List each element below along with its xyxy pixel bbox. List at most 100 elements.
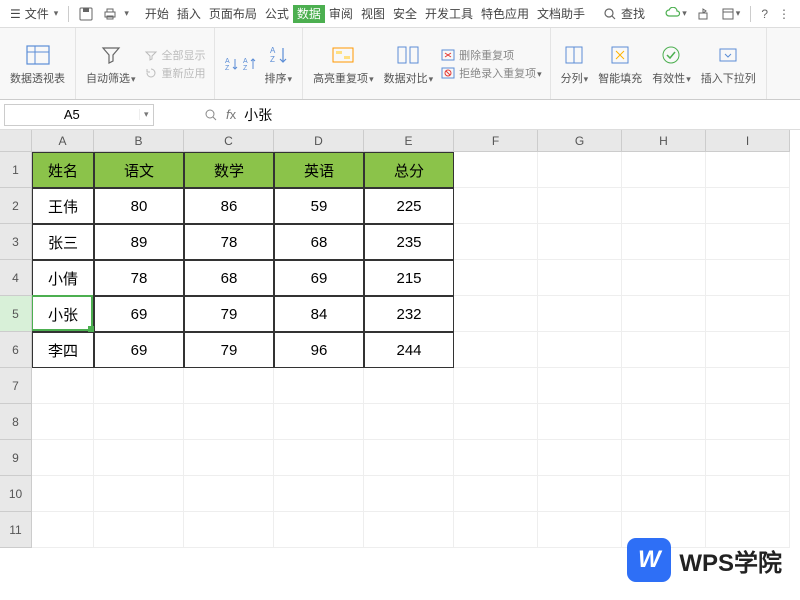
cell[interactable] <box>32 368 94 404</box>
cell[interactable] <box>454 224 538 260</box>
cell[interactable] <box>538 152 622 188</box>
cell[interactable] <box>622 224 706 260</box>
cell[interactable] <box>32 476 94 512</box>
cell[interactable] <box>364 440 454 476</box>
cell[interactable] <box>538 260 622 296</box>
cell[interactable] <box>364 512 454 548</box>
smart-fill-button[interactable]: 智能填充 <box>596 40 644 88</box>
tab-审阅[interactable]: 审阅 <box>325 5 357 23</box>
show-all-button[interactable]: 全部显示 <box>144 47 206 63</box>
cell[interactable] <box>364 476 454 512</box>
cloud-sync-icon[interactable]: ▾ <box>661 5 691 23</box>
cell[interactable] <box>706 332 790 368</box>
cell[interactable] <box>706 440 790 476</box>
table-cell[interactable]: 79 <box>184 332 274 368</box>
table-cell[interactable]: 86 <box>184 188 274 224</box>
cell[interactable] <box>622 260 706 296</box>
tab-插入[interactable]: 插入 <box>173 5 205 23</box>
tab-数据[interactable]: 数据 <box>293 5 325 23</box>
column-header-B[interactable]: B <box>94 130 184 152</box>
cell[interactable] <box>538 368 622 404</box>
cell[interactable] <box>538 404 622 440</box>
cell[interactable] <box>622 440 706 476</box>
window-icon[interactable]: ▾ <box>717 5 745 23</box>
chevron-down-icon[interactable]: ▾ <box>139 109 153 120</box>
table-header-cell[interactable]: 英语 <box>274 152 364 188</box>
cell[interactable] <box>538 332 622 368</box>
cell[interactable] <box>454 404 538 440</box>
table-cell[interactable]: 84 <box>274 296 364 332</box>
remove-duplicates-button[interactable]: 删除重复项 <box>441 47 542 63</box>
fx-icon[interactable]: fx <box>226 107 236 122</box>
expand-formula-icon[interactable] <box>204 108 218 122</box>
name-box[interactable]: ▾ <box>4 104 154 126</box>
cell[interactable] <box>706 296 790 332</box>
tab-开发工具[interactable]: 开发工具 <box>421 5 477 23</box>
highlight-duplicates-button[interactable]: 高亮重复项▾ <box>311 40 376 88</box>
cell[interactable] <box>454 368 538 404</box>
cell[interactable] <box>32 440 94 476</box>
cell[interactable] <box>32 404 94 440</box>
column-header-F[interactable]: F <box>454 130 538 152</box>
table-cell[interactable]: 96 <box>274 332 364 368</box>
column-header-I[interactable]: I <box>706 130 790 152</box>
cell[interactable] <box>364 368 454 404</box>
cell[interactable] <box>622 296 706 332</box>
column-header-H[interactable]: H <box>622 130 706 152</box>
cell[interactable] <box>94 440 184 476</box>
table-cell[interactable]: 244 <box>364 332 454 368</box>
table-cell[interactable]: 68 <box>274 224 364 260</box>
table-cell[interactable]: 69 <box>94 296 184 332</box>
table-cell[interactable]: 张三 <box>32 224 94 260</box>
cell[interactable] <box>184 440 274 476</box>
row-header-2[interactable]: 2 <box>0 188 32 224</box>
insert-dropdown-button[interactable]: 插入下拉列 <box>699 40 758 88</box>
cell[interactable] <box>454 296 538 332</box>
cell[interactable] <box>274 368 364 404</box>
table-cell[interactable]: 80 <box>94 188 184 224</box>
cell[interactable] <box>706 404 790 440</box>
help-icon[interactable]: ? <box>757 5 772 23</box>
cell[interactable] <box>184 368 274 404</box>
column-header-E[interactable]: E <box>364 130 454 152</box>
cell[interactable] <box>274 404 364 440</box>
table-cell[interactable]: 79 <box>184 296 274 332</box>
cell[interactable] <box>706 368 790 404</box>
cell[interactable] <box>184 512 274 548</box>
tab-文档助手[interactable]: 文档助手 <box>533 5 589 23</box>
column-header-A[interactable]: A <box>32 130 94 152</box>
cell-grid[interactable]: 姓名语文数学英语总分王伟808659225张三897868235小倩786869… <box>32 152 800 548</box>
table-cell[interactable]: 78 <box>184 224 274 260</box>
cell[interactable] <box>454 332 538 368</box>
table-cell[interactable]: 78 <box>94 260 184 296</box>
data-validation-button[interactable]: 有效性▾ <box>650 40 693 88</box>
table-header-cell[interactable]: 总分 <box>364 152 454 188</box>
cell[interactable] <box>538 224 622 260</box>
table-cell[interactable]: 225 <box>364 188 454 224</box>
more-icon[interactable]: ⋮ <box>774 5 794 23</box>
tab-开始[interactable]: 开始 <box>141 5 173 23</box>
row-header-1[interactable]: 1 <box>0 152 32 188</box>
column-header-G[interactable]: G <box>538 130 622 152</box>
cell[interactable] <box>274 512 364 548</box>
table-cell[interactable]: 235 <box>364 224 454 260</box>
row-header-5[interactable]: 5 <box>0 296 32 332</box>
cell[interactable] <box>454 476 538 512</box>
cell[interactable] <box>622 476 706 512</box>
cell[interactable] <box>274 476 364 512</box>
row-header-10[interactable]: 10 <box>0 476 32 512</box>
cell[interactable] <box>454 512 538 548</box>
table-header-cell[interactable]: 语文 <box>94 152 184 188</box>
table-cell[interactable]: 232 <box>364 296 454 332</box>
pivot-table-button[interactable]: 数据透视表 <box>8 40 67 88</box>
cell[interactable] <box>454 152 538 188</box>
formula-input[interactable] <box>244 107 644 123</box>
row-header-3[interactable]: 3 <box>0 224 32 260</box>
sort-desc-icon[interactable]: AZ <box>241 56 257 72</box>
table-cell[interactable]: 68 <box>184 260 274 296</box>
cell[interactable] <box>538 296 622 332</box>
cell[interactable] <box>32 512 94 548</box>
tab-特色应用[interactable]: 特色应用 <box>477 5 533 23</box>
table-cell[interactable]: 69 <box>274 260 364 296</box>
sort-asc-icon[interactable]: AZ <box>223 56 239 72</box>
